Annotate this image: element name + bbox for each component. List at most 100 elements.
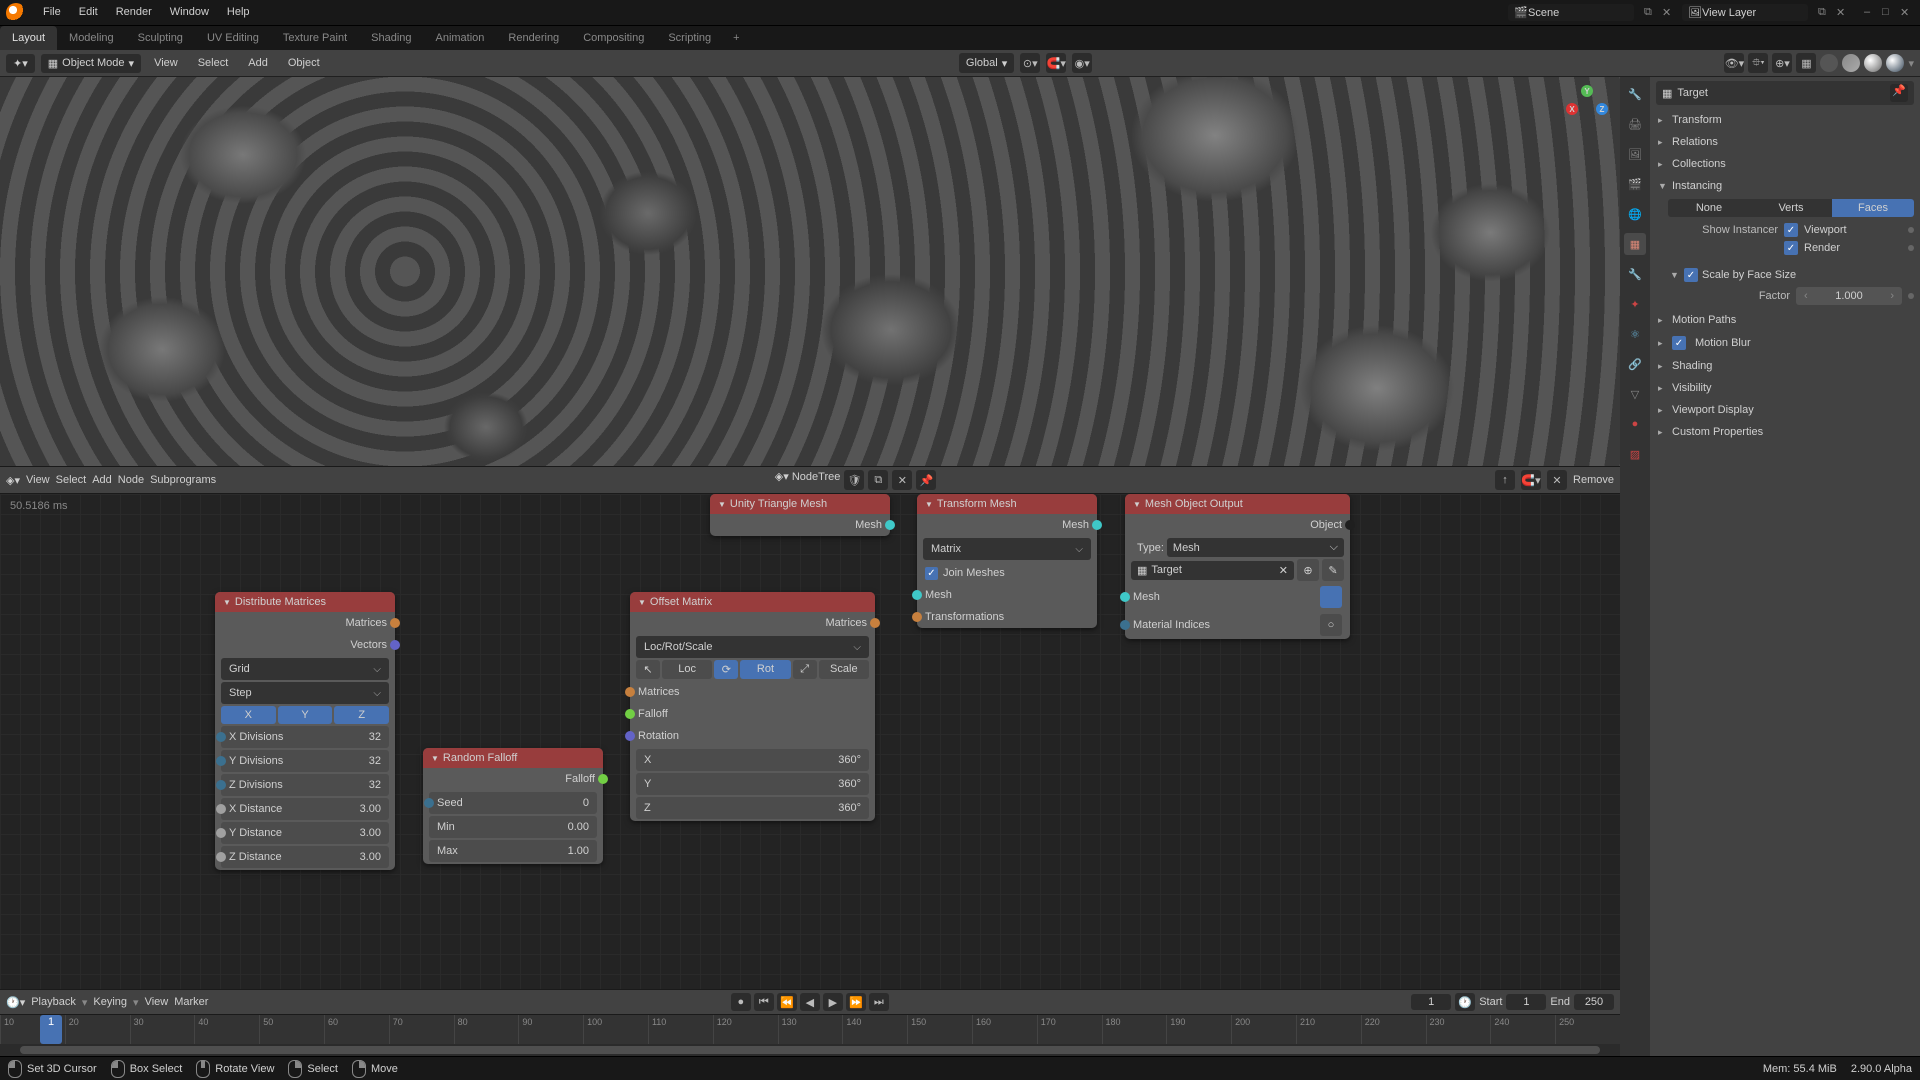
add-menu[interactable]: Add xyxy=(241,57,275,69)
proptab-viewlayer-icon[interactable]: 🖼 xyxy=(1624,143,1646,165)
view-menu[interactable]: View xyxy=(147,57,185,69)
section-viewport-display[interactable]: Viewport Display xyxy=(1656,401,1914,419)
mesh-toggle-icon[interactable] xyxy=(1320,586,1342,608)
maximize-icon[interactable]: □ xyxy=(1882,6,1896,20)
shading-rendered-icon[interactable] xyxy=(1886,54,1904,72)
offset-mode-dropdown[interactable]: Loc/Rot/Scale xyxy=(636,636,869,658)
proptab-data-icon[interactable]: ▽ xyxy=(1624,383,1646,405)
axis-y-button[interactable]: Y xyxy=(278,706,333,724)
section-shading[interactable]: Shading xyxy=(1656,357,1914,375)
tab-sculpting[interactable]: Sculpting xyxy=(126,26,195,51)
pin-icon[interactable]: 📌 xyxy=(1890,84,1908,102)
nodetree-dropdown[interactable]: ◈▾ NodeTree xyxy=(775,470,841,490)
rot-icon[interactable]: ⟳ xyxy=(714,660,738,679)
socket-rotation-in[interactable] xyxy=(625,731,635,741)
snap-icon[interactable]: 🧲▾ xyxy=(1046,53,1066,73)
tab-modeling[interactable]: Modeling xyxy=(57,26,126,51)
scene-name-input[interactable] xyxy=(1528,7,1628,19)
shield-icon[interactable]: 🛡 xyxy=(844,470,864,490)
tl-playback-menu[interactable]: Playback xyxy=(31,996,76,1008)
section-instancing[interactable]: Instancing xyxy=(1656,177,1914,195)
scale-button[interactable]: Scale xyxy=(819,660,869,679)
viewport-checkbox[interactable] xyxy=(1784,223,1798,237)
anim-dot-icon[interactable] xyxy=(1908,227,1914,233)
close-icon[interactable]: ✕ xyxy=(1900,6,1914,20)
rot-y-field[interactable]: Y360° xyxy=(636,773,869,795)
pivot-icon[interactable]: ⊙▾ xyxy=(1020,53,1040,73)
socket-mesh-out[interactable] xyxy=(885,520,895,530)
overlay-icon[interactable]: ⊕▾ xyxy=(1772,53,1792,73)
axis-y-icon[interactable]: Y xyxy=(1581,85,1593,97)
add-workspace-icon[interactable]: + xyxy=(723,32,749,44)
factor-field[interactable]: 1.000 xyxy=(1796,287,1902,305)
x-divisions-field[interactable]: X Divisions32 xyxy=(221,726,389,748)
section-transform[interactable]: Transform xyxy=(1656,111,1914,129)
eyedropper-icon[interactable]: ✎ xyxy=(1322,559,1344,581)
socket-matindices-in[interactable] xyxy=(1120,620,1130,630)
matrix-dropdown[interactable]: Matrix xyxy=(923,538,1091,560)
node-view-menu[interactable]: View xyxy=(26,474,50,486)
anim-dot-icon[interactable] xyxy=(1908,293,1914,299)
socket-matrices-out[interactable] xyxy=(870,618,880,628)
remove-icon[interactable]: ✕ xyxy=(1547,470,1567,490)
editor-type-dropdown[interactable]: ✦▾ xyxy=(6,54,35,73)
next-key-icon[interactable]: ⏩ xyxy=(846,993,866,1011)
socket-falloff-out[interactable] xyxy=(598,774,608,784)
delete-scene-icon[interactable]: ✕ xyxy=(1662,6,1676,20)
play-reverse-icon[interactable]: ◀ xyxy=(800,993,820,1011)
matindices-toggle-icon[interactable]: ○ xyxy=(1320,614,1342,636)
scene-selector[interactable]: 🎬 xyxy=(1508,4,1634,21)
y-distance-field[interactable]: Y Distance3.00 xyxy=(221,822,389,844)
proptab-output-icon[interactable]: 🖨 xyxy=(1624,113,1646,135)
axis-x-icon[interactable]: X xyxy=(1566,103,1578,115)
viewlayer-selector[interactable]: 🖼 xyxy=(1682,4,1808,21)
section-custom-properties[interactable]: Custom Properties xyxy=(1656,423,1914,441)
socket-mesh-in[interactable] xyxy=(1120,592,1130,602)
z-distance-field[interactable]: Z Distance3.00 xyxy=(221,846,389,868)
arrow-up-icon[interactable]: ↑ xyxy=(1495,470,1515,490)
axis-z-button[interactable]: Z xyxy=(334,706,389,724)
unlink-tree-icon[interactable]: ✕ xyxy=(892,470,912,490)
shading-solid-icon[interactable] xyxy=(1842,54,1860,72)
socket-matrices-in[interactable] xyxy=(625,687,635,697)
menu-help[interactable]: Help xyxy=(218,0,259,25)
node-transform-mesh[interactable]: Transform Mesh Mesh Matrix Join Meshes M… xyxy=(917,494,1097,628)
timeline-cursor[interactable]: 1 xyxy=(40,1015,62,1044)
proptab-texture-icon[interactable]: ▨ xyxy=(1624,443,1646,465)
tab-shading[interactable]: Shading xyxy=(359,26,423,51)
join-meshes-checkbox[interactable]: Join Meshes xyxy=(917,562,1097,584)
tab-compositing[interactable]: Compositing xyxy=(571,26,656,51)
proptab-scene-icon[interactable]: 🎬 xyxy=(1624,173,1646,195)
node-distribute-matrices[interactable]: Distribute Matrices Matrices Vectors Gri… xyxy=(215,592,395,870)
y-divisions-field[interactable]: Y Divisions32 xyxy=(221,750,389,772)
distribute-mode-dropdown[interactable]: Grid xyxy=(221,658,389,680)
current-frame-field[interactable]: 1 xyxy=(1411,994,1451,1010)
timeline-track[interactable]: 1020304050607080901001101201301401501601… xyxy=(0,1014,1620,1044)
socket-matrices-out[interactable] xyxy=(390,618,400,628)
tl-view-menu[interactable]: View xyxy=(145,996,169,1008)
tab-animation[interactable]: Animation xyxy=(424,26,497,51)
rot-button[interactable]: Rot xyxy=(740,660,790,679)
min-field[interactable]: Min0.00 xyxy=(429,816,597,838)
minimize-icon[interactable]: – xyxy=(1864,6,1878,20)
axis-x-button[interactable]: X xyxy=(221,706,276,724)
visibility-icon[interactable]: 👁▾ xyxy=(1724,53,1744,73)
socket-falloff-in[interactable] xyxy=(625,709,635,719)
mode-dropdown[interactable]: ▦ Object Mode▾ xyxy=(41,54,141,73)
section-relations[interactable]: Relations xyxy=(1656,133,1914,151)
section-motion-blur[interactable]: Motion Blur xyxy=(1656,333,1914,353)
tab-uv[interactable]: UV Editing xyxy=(195,26,271,51)
menu-render[interactable]: Render xyxy=(107,0,161,25)
new-tree-icon[interactable]: ⧉ xyxy=(868,470,888,490)
shading-matprev-icon[interactable] xyxy=(1864,54,1882,72)
socket-mesh-in[interactable] xyxy=(912,590,922,600)
proptab-particles-icon[interactable]: ✦ xyxy=(1624,293,1646,315)
socket-object-out[interactable] xyxy=(1345,520,1355,530)
menu-edit[interactable]: Edit xyxy=(70,0,107,25)
node-random-falloff[interactable]: Random Falloff Falloff Seed0 Min0.00 Max… xyxy=(423,748,603,864)
x-distance-field[interactable]: X Distance3.00 xyxy=(221,798,389,820)
jump-start-icon[interactable]: ⏮ xyxy=(754,993,774,1011)
object-menu[interactable]: Object xyxy=(281,57,327,69)
node-editor-type-dropdown[interactable]: ◈▾ xyxy=(6,474,20,487)
xray-icon[interactable]: ▦ xyxy=(1796,53,1816,73)
